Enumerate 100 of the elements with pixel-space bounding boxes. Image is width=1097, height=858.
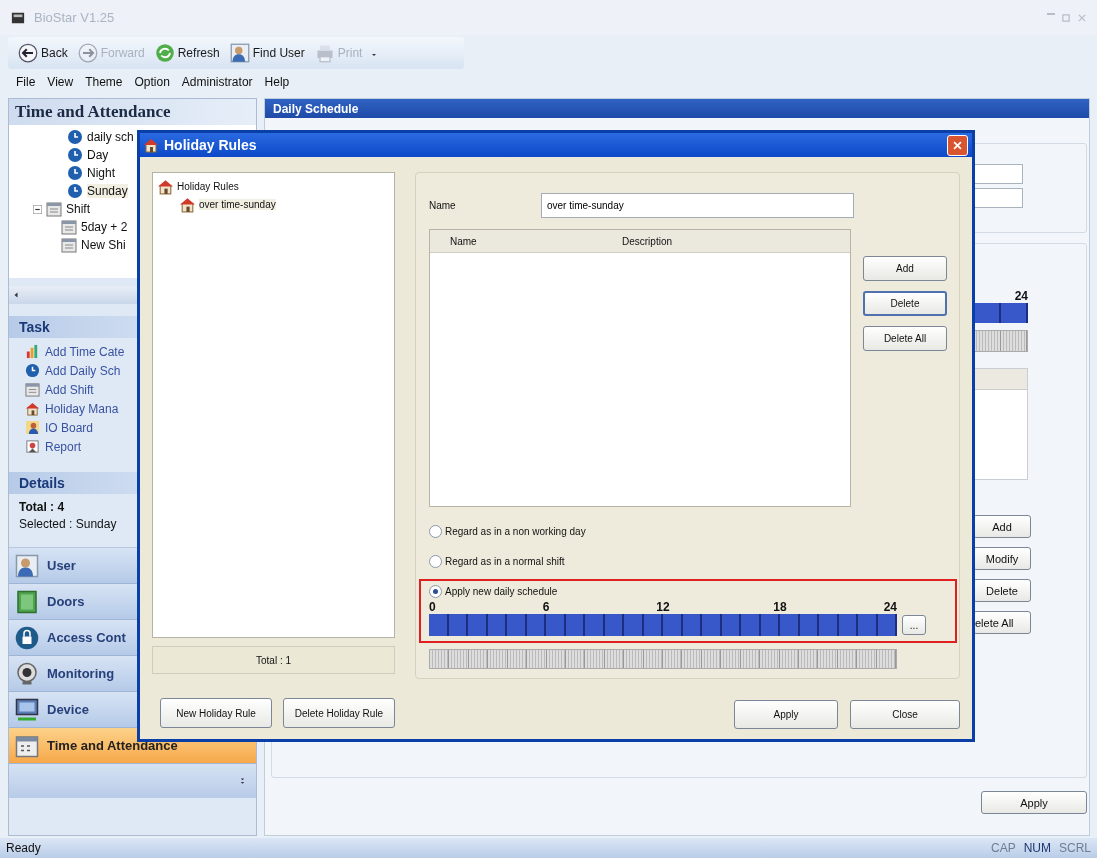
clock-icon — [67, 147, 83, 163]
door-icon — [15, 589, 39, 614]
status-text: Ready — [6, 841, 41, 855]
house-icon — [157, 177, 174, 195]
hour-label: 0 — [429, 600, 436, 614]
tree-item[interactable]: New Shi — [81, 238, 126, 252]
details-selected: Selected : Sunday — [19, 517, 118, 531]
user-icon — [229, 43, 250, 63]
task-link[interactable]: Report — [45, 439, 82, 454]
tree-item[interactable]: Day — [87, 148, 109, 162]
field-label: Name — [429, 200, 457, 211]
tree-item[interactable]: Shift — [66, 202, 90, 216]
menu-item[interactable]: Theme — [85, 75, 123, 89]
task-link[interactable]: IO Board — [45, 420, 94, 435]
dialog-title: Holiday Rules — [164, 137, 257, 153]
close-button[interactable] — [947, 134, 968, 156]
tree-item[interactable]: Night — [87, 166, 115, 180]
menu-item[interactable]: Option — [134, 75, 170, 89]
task-link[interactable]: Add Shift — [45, 382, 94, 397]
camera-icon — [15, 661, 39, 686]
button[interactable]: Modify — [973, 547, 1031, 570]
name-field[interactable]: over time-sunday — [541, 193, 854, 218]
radio-label[interactable]: Regard as in a normal shift — [445, 556, 565, 567]
radio-label[interactable]: Regard as in a non working day — [445, 526, 586, 537]
menu-item[interactable]: Administrator — [181, 75, 253, 89]
tree-item[interactable]: 5day + 2 — [81, 220, 128, 234]
clock-icon — [67, 183, 83, 199]
hour-label: 12 — [656, 600, 670, 614]
monitor-icon — [15, 697, 39, 722]
button[interactable]: Delete — [973, 579, 1031, 602]
refresh-icon — [154, 43, 175, 63]
collapse-icon[interactable] — [33, 204, 42, 214]
key-indicator: NUM — [1023, 841, 1051, 855]
button[interactable]: New Holiday Rule — [160, 698, 272, 728]
clock-icon — [67, 129, 83, 145]
button[interactable]: Delete All — [863, 326, 947, 351]
details-total: Total : 4 — [19, 500, 66, 514]
button[interactable]: Add — [973, 515, 1031, 538]
radio-button[interactable] — [429, 525, 442, 538]
input-field[interactable] — [973, 164, 1023, 184]
clock-icon — [67, 165, 83, 181]
chevron-icon — [239, 775, 246, 787]
report-icon — [25, 439, 40, 454]
calendar-icon — [25, 382, 40, 397]
person-icon — [25, 420, 40, 435]
task-link[interactable]: Add Time Cate — [45, 344, 125, 359]
hour-label: 6 — [542, 600, 550, 614]
menu-item[interactable]: Help — [264, 75, 290, 89]
house-icon — [179, 195, 196, 213]
user-icon — [15, 553, 39, 578]
close-icon — [952, 139, 963, 151]
toolbar-button[interactable]: Back — [16, 41, 70, 65]
button[interactable]: elete All — [973, 611, 1031, 634]
task-link[interactable]: Holiday Mana — [45, 401, 119, 416]
calendar-icon — [61, 237, 77, 253]
calendar-icon — [15, 733, 39, 758]
button[interactable]: Add — [863, 256, 947, 281]
radio-button[interactable] — [429, 555, 442, 568]
button[interactable]: Delete — [863, 291, 947, 316]
calendar-icon — [46, 201, 62, 217]
house-icon — [25, 401, 40, 416]
toolbar-button[interactable]: Refresh — [152, 41, 222, 65]
schedule-bar — [973, 330, 1028, 352]
hour-label: 24 — [883, 600, 897, 614]
toolbar-button[interactable]: Find User — [227, 41, 307, 65]
input-field[interactable] — [973, 188, 1023, 208]
task-link[interactable]: Add Daily Sch — [45, 363, 121, 378]
hour-label: 18 — [773, 600, 787, 614]
browse-button[interactable]: ... — [902, 615, 926, 635]
tree-item[interactable]: Holiday Rules — [177, 180, 239, 192]
radio-button[interactable] — [429, 585, 442, 598]
menu-item[interactable]: File — [16, 75, 36, 89]
tree-item[interactable]: over time-sunday — [199, 198, 276, 210]
button[interactable]: Close — [850, 700, 960, 729]
app-icon — [10, 10, 26, 25]
tree-item[interactable]: daily sch — [87, 130, 134, 144]
hour-label: 24 — [1014, 289, 1028, 303]
total-count: Total : 1 — [152, 646, 395, 674]
house-icon — [143, 137, 159, 153]
schedule-bar — [973, 303, 1028, 323]
minimize-icon — [1047, 12, 1055, 15]
lock-icon — [15, 625, 39, 650]
column-header[interactable]: Name — [430, 235, 602, 247]
chart-icon — [25, 344, 40, 359]
menu-item[interactable]: View — [47, 75, 74, 89]
close-icon — [1077, 12, 1087, 23]
column-header[interactable]: Description — [602, 235, 673, 247]
maximize-icon — [1061, 12, 1071, 23]
key-indicator: SCRL — [1059, 841, 1091, 855]
button[interactable]: Delete Holiday Rule — [283, 698, 395, 728]
scroll-left-icon — [12, 290, 20, 300]
panel-header: Daily Schedule — [265, 99, 1089, 118]
window-title: BioStar V1.25 — [34, 10, 115, 25]
tree-item[interactable]: Sunday — [87, 184, 128, 198]
key-indicator: CAP — [990, 841, 1016, 855]
apply-button[interactable]: Apply — [981, 791, 1087, 814]
radio-label[interactable]: Apply new daily schedule — [445, 586, 558, 597]
panel-title: Time and Attendance — [9, 99, 256, 125]
button[interactable]: Apply — [734, 700, 838, 729]
calendar-icon — [61, 219, 77, 235]
